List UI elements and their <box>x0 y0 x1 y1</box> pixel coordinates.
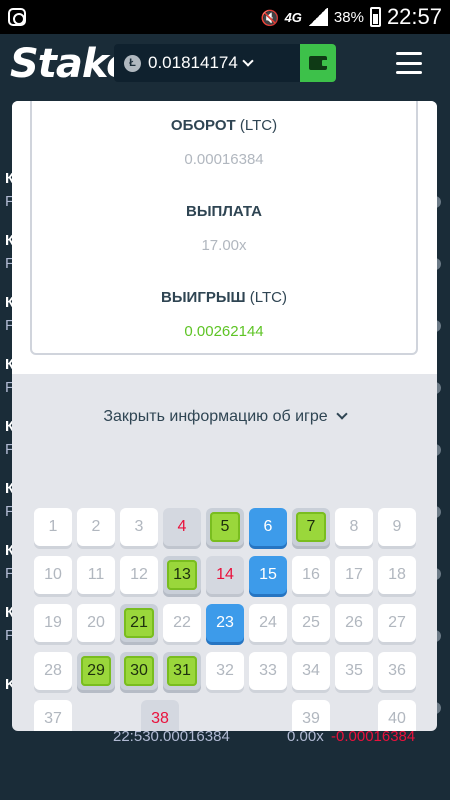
stat-label: ВЫИГРЫШ <box>161 289 246 306</box>
wallet-icon <box>309 56 329 70</box>
keno-tile[interactable]: 35 <box>335 652 373 690</box>
clock: 22:57 <box>386 4 442 29</box>
keno-tile[interactable]: 37 <box>34 700 72 731</box>
keno-tile[interactable]: 39 <box>292 700 330 731</box>
stat-turnover: ОБОРОТ (LTC) 0.00016384 <box>32 117 416 168</box>
keno-tile[interactable]: 3 <box>120 508 158 546</box>
keno-tile[interactable]: 18 <box>378 556 416 594</box>
gem-icon: 21 <box>124 608 154 638</box>
keno-tile[interactable]: 13 <box>163 556 201 594</box>
keno-tile[interactable]: 5 <box>206 508 244 546</box>
keno-tile[interactable]: 28 <box>34 652 72 690</box>
stats-area: ОБОРОТ (LTC) 0.00016384 ВЫПЛАТА 17.00x В… <box>12 101 437 374</box>
keno-tile[interactable]: 1 <box>34 508 72 546</box>
keno-tile[interactable]: 38 <box>141 700 179 731</box>
gem-icon: 13 <box>167 560 197 590</box>
keno-tile[interactable]: 40 <box>378 700 416 731</box>
stat-unit: (LTC) <box>239 117 278 134</box>
chevron-down-icon <box>242 55 254 67</box>
keno-tile[interactable]: 20 <box>77 604 115 642</box>
stat-unit: (LTC) <box>249 289 287 306</box>
keno-tile[interactable]: 10 <box>34 556 72 594</box>
keno-tile[interactable]: 25 <box>292 604 330 642</box>
keno-tile[interactable]: 33 <box>249 652 287 690</box>
wallet-button[interactable] <box>300 44 336 82</box>
stat-label: ВЫПЛАТА <box>186 203 262 220</box>
keno-tile[interactable]: 11 <box>77 556 115 594</box>
battery-icon <box>369 7 381 27</box>
close-game-info-button[interactable]: Закрыть информацию об игре <box>12 408 437 426</box>
keno-tile[interactable]: 12 <box>120 556 158 594</box>
keno-tile[interactable]: 36 <box>378 652 416 690</box>
keno-tile[interactable]: 22 <box>163 604 201 642</box>
battery-percent: 38% <box>333 8 364 26</box>
keno-tile[interactable]: 7 <box>292 508 330 546</box>
keno-tile[interactable]: 17 <box>335 556 373 594</box>
keno-tile[interactable]: 15 <box>249 556 287 594</box>
instagram-icon <box>8 8 26 26</box>
keno-tile[interactable]: 4 <box>163 508 201 546</box>
app-header: Stake Ł 0.01814174 <box>0 34 450 94</box>
gem-icon: 30 <box>124 656 154 686</box>
stat-payout: ВЫПЛАТА 17.00x <box>32 203 416 254</box>
stats-box: ОБОРОТ (LTC) 0.00016384 ВЫПЛАТА 17.00x В… <box>30 101 418 355</box>
gem-icon: 5 <box>210 512 240 542</box>
keno-tile[interactable]: 32 <box>206 652 244 690</box>
keno-tile[interactable]: 31 <box>163 652 201 690</box>
network-type: 4G <box>284 9 302 25</box>
keno-tile[interactable]: 29 <box>77 652 115 690</box>
gem-icon: 31 <box>167 656 197 686</box>
keno-tile[interactable]: 27 <box>378 604 416 642</box>
gem-icon: 29 <box>81 656 111 686</box>
game-info-modal: ОБОРОТ (LTC) 0.00016384 ВЫПЛАТА 17.00x В… <box>12 101 437 731</box>
keno-tile[interactable]: 6 <box>249 508 287 546</box>
stat-value: 0.00262144 <box>184 323 264 340</box>
keno-tile[interactable]: 14 <box>206 556 244 594</box>
keno-tile[interactable]: 21 <box>120 604 158 642</box>
bet-payout-row: 22:530.00016384 0.00x -0.00016384 <box>5 728 445 752</box>
close-info-label: Закрыть информацию об игре <box>103 408 328 425</box>
balance-amount: 0.01814174 <box>148 53 238 72</box>
keno-tile[interactable]: 30 <box>120 652 158 690</box>
mute-icon: 🔇 <box>260 10 280 27</box>
stat-win: ВЫИГРЫШ (LTC) 0.00262144 <box>32 289 416 340</box>
balance-selector[interactable]: Ł 0.01814174 <box>114 44 300 82</box>
keno-tile[interactable]: 23 <box>206 604 244 642</box>
menu-button[interactable] <box>396 52 422 74</box>
keno-tile[interactable]: 16 <box>292 556 330 594</box>
chevron-down-icon <box>335 408 348 420</box>
hamburger-icon <box>396 52 422 55</box>
stat-label: ОБОРОТ <box>170 117 236 134</box>
keno-tile[interactable]: 2 <box>77 508 115 546</box>
stat-value: 17.00x <box>201 237 247 254</box>
gem-icon: 7 <box>296 512 326 542</box>
stat-value: 0.00016384 <box>184 151 264 168</box>
keno-tile[interactable]: 34 <box>292 652 330 690</box>
keno-tile[interactable]: 26 <box>335 604 373 642</box>
status-bar: 🔇 4G 38% 22:57 <box>0 0 450 34</box>
keno-tile[interactable]: 24 <box>249 604 287 642</box>
keno-tile[interactable]: 19 <box>34 604 72 642</box>
keno-tile[interactable]: 9 <box>378 508 416 546</box>
signal-icon <box>307 8 328 26</box>
keno-tile[interactable]: 8 <box>335 508 373 546</box>
ltc-icon: Ł <box>124 55 141 72</box>
